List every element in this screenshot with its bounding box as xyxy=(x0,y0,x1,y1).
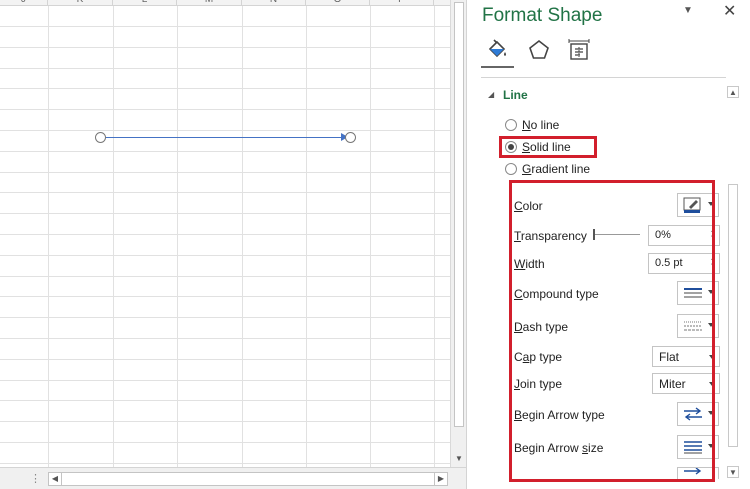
column-headers: J K L M N O P xyxy=(0,0,450,6)
grid-row-line xyxy=(0,317,450,318)
scroll-down-arrow-icon[interactable]: ▼ xyxy=(453,453,465,465)
grid-row-line xyxy=(0,130,450,131)
sheet-vertical-scrollbar[interactable]: ▼ xyxy=(450,0,466,467)
column-header[interactable]: L xyxy=(113,0,177,6)
line-end-handle[interactable] xyxy=(345,132,356,143)
spreadsheet-grid[interactable]: J K L M N O P xyxy=(0,0,450,467)
pane-divider xyxy=(481,77,726,78)
column-header[interactable]: P xyxy=(370,0,434,6)
column-header[interactable]: K xyxy=(48,0,113,6)
grid-row-line xyxy=(0,276,450,277)
scrollbar-thumb[interactable] xyxy=(728,184,738,447)
pane-vertical-scrollbar[interactable]: ▲ ▼ xyxy=(725,86,741,478)
collapse-caret-icon[interactable]: ◢ xyxy=(488,90,494,99)
pane-options-icon[interactable]: ▼ xyxy=(683,5,693,16)
radio-label: No line xyxy=(522,118,560,132)
column-header[interactable]: J xyxy=(0,0,48,6)
close-icon[interactable]: ✕ xyxy=(723,1,736,21)
grid-column-line xyxy=(306,6,307,467)
grid-column-line xyxy=(434,6,435,467)
grid-row-line xyxy=(0,338,450,339)
sheet-bottom-bar: ⋮ ◀ ▶ xyxy=(0,467,466,489)
grid-row-line xyxy=(0,400,450,401)
column-header[interactable]: M xyxy=(177,0,242,6)
grid-row-line xyxy=(0,172,450,173)
grid-column-line xyxy=(177,6,178,467)
pane-title: Format Shape xyxy=(482,5,603,26)
line-shape[interactable] xyxy=(100,137,351,138)
radio-no-line[interactable]: No line xyxy=(505,117,559,133)
pentagon-icon[interactable] xyxy=(527,38,551,62)
format-shape-pane: Format Shape ▼ ✕ ◢ Line No line Solid li… xyxy=(466,0,750,489)
scroll-down-arrow-icon[interactable]: ▼ xyxy=(727,466,739,478)
grid-row-line xyxy=(0,255,450,256)
grid-row-line xyxy=(0,234,450,235)
radio-gradient-line[interactable]: Gradient line xyxy=(505,161,590,177)
highlight-box-line-properties xyxy=(509,180,715,482)
grid-row-line xyxy=(0,26,450,27)
section-title-line[interactable]: Line xyxy=(503,88,528,102)
column-header[interactable]: O xyxy=(306,0,370,6)
grid-row-line xyxy=(0,442,450,443)
grid-row-line xyxy=(0,359,450,360)
grid-row-line xyxy=(0,421,450,422)
splitter-handle-icon[interactable]: ⋮ xyxy=(30,472,41,485)
grid-row-line xyxy=(0,88,450,89)
highlight-box-solid-line xyxy=(499,136,597,158)
scrollbar-thumb[interactable] xyxy=(454,2,464,427)
column-header[interactable]: N xyxy=(242,0,306,6)
grid-column-line xyxy=(242,6,243,467)
scroll-left-arrow-icon[interactable]: ◀ xyxy=(49,473,62,485)
grid-column-line xyxy=(113,6,114,467)
line-start-handle[interactable] xyxy=(95,132,106,143)
paint-bucket-icon[interactable] xyxy=(485,38,509,62)
radio-button[interactable] xyxy=(505,163,517,175)
grid-row-line xyxy=(0,47,450,48)
grid-column-line xyxy=(370,6,371,467)
size-properties-icon[interactable] xyxy=(567,38,591,62)
grid-column-line xyxy=(48,6,49,467)
grid-row-line xyxy=(0,68,450,69)
grid-row-line xyxy=(0,109,450,110)
radio-label: Gradient line xyxy=(522,162,591,176)
grid-row-line xyxy=(0,380,450,381)
scroll-right-arrow-icon[interactable]: ▶ xyxy=(434,473,447,485)
grid-row-line xyxy=(0,463,450,464)
grid-row-line xyxy=(0,151,450,152)
active-tab-indicator xyxy=(481,66,514,68)
grid-row-line xyxy=(0,192,450,193)
grid-row-line xyxy=(0,213,450,214)
scroll-up-arrow-icon[interactable]: ▲ xyxy=(727,86,739,98)
sheet-horizontal-scrollbar[interactable]: ◀ ▶ xyxy=(48,472,448,486)
grid-row-line xyxy=(0,296,450,297)
radio-button[interactable] xyxy=(505,119,517,131)
